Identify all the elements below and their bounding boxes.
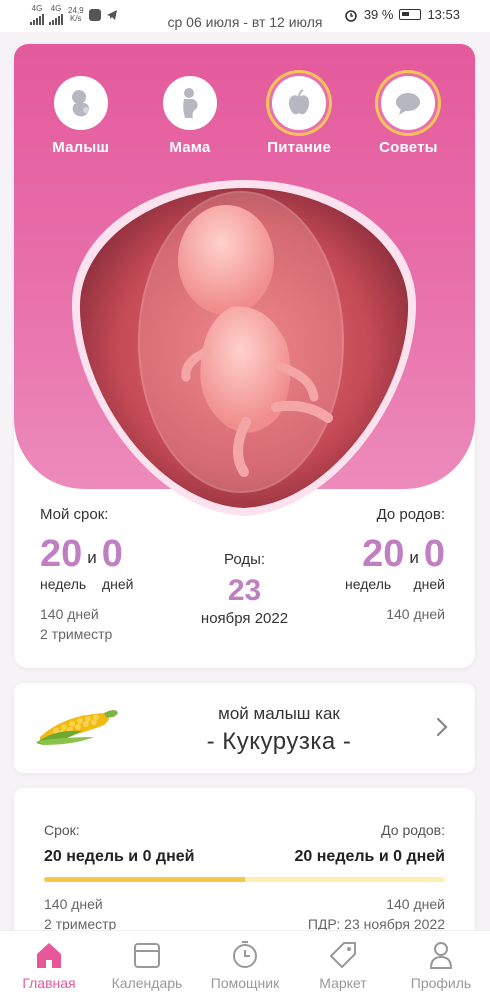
home-icon: [0, 939, 98, 971]
tab-mother-label: Мама: [169, 139, 211, 156]
fetus-illustration: [71, 180, 417, 516]
baby-icon: [53, 76, 108, 130]
bottom-navigation: Главная Календарь Помощник Маркет Профил…: [0, 930, 490, 1000]
category-tabs: Малыш Мама Питание Советы: [14, 76, 475, 156]
tab-tips-label: Советы: [379, 139, 438, 156]
profile-icon: [392, 939, 490, 971]
term-label: Мой срок:: [40, 506, 109, 523]
tab-nutrition-label: Питание: [267, 139, 331, 156]
until-weeks-unit: недель: [345, 576, 392, 592]
mother-icon: [162, 76, 217, 130]
status-bar: 4G 4G 24,9 K/s ср 06 июля - вт 12 июля 3…: [0, 0, 490, 32]
progress-right-value: 20 недель и 0 дней: [294, 848, 445, 865]
status-right: 39 % 13:53: [344, 7, 460, 22]
nav-market-label: Маркет: [319, 975, 367, 991]
tab-baby[interactable]: Малыш: [36, 76, 126, 156]
tab-nutrition[interactable]: Питание: [254, 76, 344, 156]
nav-calendar-label: Календарь: [111, 975, 183, 991]
network-type-2: 4G: [50, 4, 62, 13]
apple-icon: [272, 76, 327, 130]
battery-percent: 39 %: [363, 7, 394, 22]
term-trimester: 2 триместр: [40, 626, 113, 642]
network-type-1: 4G: [31, 4, 43, 13]
progress-left-label: Срок:: [44, 822, 80, 838]
timer-icon: [196, 939, 294, 971]
alarm-icon: [345, 9, 357, 22]
progress-left-details: 140 дней 2 триместр: [44, 894, 116, 934]
nav-market[interactable]: Маркет: [294, 931, 392, 1000]
progress-right-label: До родов:: [381, 822, 445, 838]
pregnancy-card: Малыш Мама Питание Советы Мой срок: До р…: [14, 44, 475, 668]
nav-home-label: Главная: [22, 975, 76, 991]
calendar-icon: [98, 939, 196, 971]
progress-left-days: 140 дней: [44, 896, 103, 912]
until-birth-label: До родов:: [376, 506, 445, 523]
size-subtitle: мой малыш как: [218, 704, 340, 723]
battery-icon: [399, 9, 422, 20]
nav-home[interactable]: Главная: [0, 931, 98, 1000]
until-birth-block: 20 и 0 недель дней: [345, 534, 445, 592]
size-fruit: - Кукурузка -: [206, 728, 352, 755]
progress-right-days: 140 дней: [386, 896, 445, 912]
chat-bubble-icon: [381, 76, 436, 130]
pregnancy-progress-bar: [44, 877, 445, 882]
progress-left-value: 20 недель и 0 дней: [44, 848, 195, 865]
until-weeks: 20: [362, 533, 405, 575]
corn-icon: [36, 710, 118, 745]
pregnancy-progress-fill: [44, 877, 245, 882]
tag-icon: [294, 939, 392, 971]
tab-baby-label: Малыш: [52, 139, 110, 156]
tab-tips[interactable]: Советы: [363, 76, 453, 156]
nav-profile[interactable]: Профиль: [392, 931, 490, 1000]
until-days-unit: дней: [413, 576, 445, 592]
until-and: и: [409, 548, 419, 567]
nav-assistant[interactable]: Помощник: [196, 931, 294, 1000]
until-total-days: 140 дней: [386, 606, 445, 622]
clock: 13:53: [427, 7, 460, 22]
nav-assistant-label: Помощник: [210, 975, 280, 991]
nav-profile-label: Профиль: [410, 975, 472, 991]
progress-right-details: 140 дней ПДР: 23 ноября 2022: [308, 894, 445, 934]
until-days: 0: [423, 533, 445, 575]
nav-calendar[interactable]: Календарь: [98, 931, 196, 1000]
baby-size-card[interactable]: мой малыш как - Кукурузка -: [14, 683, 475, 773]
chevron-right-icon: [436, 717, 448, 737]
tab-mother[interactable]: Мама: [145, 76, 235, 156]
